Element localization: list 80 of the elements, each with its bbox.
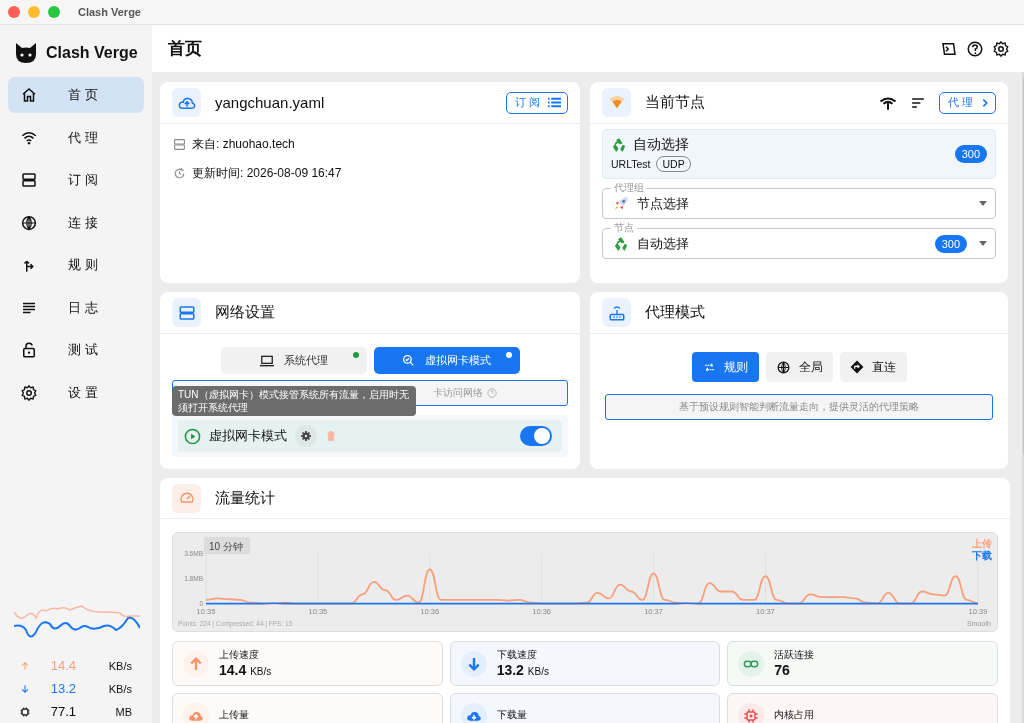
close-button[interactable] [8, 6, 20, 18]
globe-icon [20, 213, 38, 232]
arrow-down-icon [20, 683, 30, 694]
arrow-up-icon [20, 660, 30, 671]
nav-item[interactable]: 代 理 [8, 119, 144, 156]
speedometer-icon [178, 490, 195, 506]
settings-icon [20, 383, 38, 402]
direction-icon [850, 360, 864, 374]
mode-description: 基于预设规则智能判断流量走向，提供灵活的代理策略 [605, 394, 993, 420]
window-title: Clash Verge [78, 6, 141, 18]
profile-name: yangchuan.yaml [215, 94, 326, 111]
globe-icon [775, 359, 791, 375]
node-name: 自动选择 [633, 136, 689, 154]
stat-label: 内核占用 [774, 709, 815, 722]
toggle-switch[interactable] [520, 426, 552, 446]
stat-value: 13.2 KB/s [496, 662, 549, 678]
chevron-right-icon [981, 97, 989, 108]
app-name: Clash Verge [46, 44, 138, 62]
history-icon [173, 167, 186, 180]
speed-unit: KB/s [107, 682, 132, 695]
laptop-icon [259, 354, 274, 367]
server-icon [177, 303, 196, 322]
legend-label: 下载 [972, 550, 992, 561]
card-title: 流量统计 [215, 488, 276, 508]
stat-value: 76 [774, 662, 791, 678]
tooltip: TUN（虚拟网卡）模式接管系统所有流量，启用时无须打开系统代理 [172, 386, 416, 416]
subscription-button[interactable]: 订 阅 [505, 91, 568, 114]
memory-usage: 77.1 [49, 704, 77, 719]
card-title: 网络设置 [215, 303, 276, 322]
stat-label: 上传量 [219, 709, 249, 722]
nav-item[interactable]: 设 置 [8, 374, 144, 411]
gear-icon [300, 430, 312, 442]
speed-unit: KB/s [107, 659, 132, 672]
help-icon[interactable] [966, 39, 984, 58]
lock-icon [20, 341, 38, 359]
stat-label: 活跃连接 [774, 649, 815, 662]
download-speed: 13.2 [49, 681, 77, 696]
list-icon [548, 97, 561, 108]
legend-label: 上传 [972, 538, 992, 549]
settings-icon[interactable] [992, 39, 1010, 58]
mode-tab[interactable]: 虚拟网卡模式 [373, 347, 520, 374]
card-title: 当前节点 [645, 93, 706, 112]
home-icon [20, 86, 38, 104]
server-icon [20, 171, 38, 189]
mode-tab[interactable]: 直连 [839, 352, 907, 382]
sort-icon[interactable] [910, 96, 925, 109]
updated-text: 更新时间: 2026-08-09 16:47 [192, 165, 342, 182]
stat-value: 14.4 KB/s [219, 662, 272, 678]
nav-item[interactable]: 测 试 [8, 332, 144, 368]
mode-tab[interactable]: 规则 [691, 352, 759, 382]
chip-icon [20, 706, 30, 717]
server-icon [173, 138, 186, 151]
router-icon [607, 303, 626, 322]
range-label[interactable]: 10 分钟 [209, 540, 243, 552]
stat-label: 上传速度 [219, 649, 260, 662]
card-title: 代理模式 [645, 303, 706, 322]
nav-item[interactable]: 日 志 [8, 289, 144, 326]
description-text: 卡访问网络 [433, 386, 483, 400]
nav-item[interactable]: 订 阅 [8, 162, 144, 198]
settings-button[interactable] [295, 425, 317, 447]
setting-label: 虚拟网卡模式 [209, 427, 287, 445]
mode-tab[interactable]: 全局 [765, 352, 833, 382]
memory-unit: MB [114, 705, 132, 718]
stat-label: 下载速度 [496, 649, 538, 662]
recycle-icon [613, 235, 629, 252]
play-icon [184, 427, 201, 445]
node-type: URLTest [611, 158, 651, 170]
nav-item[interactable]: 规 则 [8, 247, 144, 283]
nav-item[interactable]: 连 接 [8, 204, 144, 241]
page-title: 首页 [168, 38, 203, 60]
delay-badge: 300 [954, 145, 987, 163]
cat-logo-icon [14, 41, 38, 65]
search-icon [402, 354, 415, 367]
mode-tab[interactable]: 系统代理 [220, 347, 367, 374]
stat-label: 下载量 [496, 709, 527, 722]
upload-speed: 14.4 [49, 658, 77, 673]
recycle-icon [611, 137, 627, 153]
proxy-button[interactable]: 代 理 [938, 91, 996, 114]
nav-item[interactable]: 首 页 [8, 77, 144, 113]
source-text: 来自: zhuohao.tech [192, 136, 295, 153]
